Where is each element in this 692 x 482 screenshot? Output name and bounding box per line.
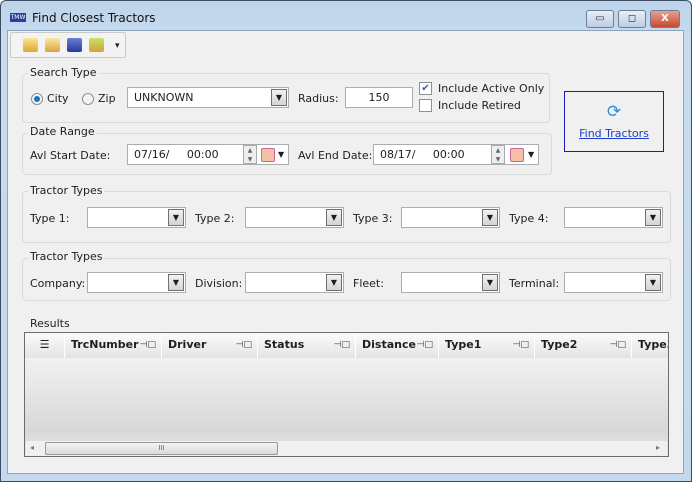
location-value: UNKNOWN [134, 91, 194, 104]
type1-combo[interactable]: ▼ [87, 207, 186, 228]
include-retired-checkbox[interactable] [419, 99, 432, 112]
start-date-spinner[interactable]: ▲ ▼ [243, 145, 257, 164]
scroll-thumb[interactable]: III [45, 442, 278, 455]
column-label: Type2 [541, 338, 578, 351]
find-tractors-label: Find Tractors [579, 127, 649, 140]
column-header-type3[interactable]: Type3 [632, 334, 668, 358]
toolbar: ▾ [10, 32, 126, 58]
type2-label: Type 2: [195, 212, 235, 225]
end-date-input[interactable]: 08/17/ 00:00 ▲ ▼ ▼ [373, 144, 539, 165]
calendar-icon[interactable] [261, 148, 275, 162]
chevron-down-icon[interactable]: ▼ [482, 274, 498, 291]
open-folder-icon[interactable] [45, 38, 60, 52]
find-tractors-button[interactable]: ⟳ Find Tractors [564, 91, 664, 152]
app-icon: TMW [10, 13, 26, 22]
maximize-button[interactable]: ◻ [618, 10, 646, 28]
include-retired-label: Include Retired [438, 99, 521, 112]
division-label: Division: [195, 277, 243, 290]
include-active-label: Include Active Only [438, 82, 545, 95]
terminal-label: Terminal: [509, 277, 560, 290]
minimize-button[interactable]: ▭ [586, 10, 614, 28]
calendar-icon[interactable] [510, 148, 524, 162]
chevron-down-icon[interactable]: ▼ [645, 209, 661, 226]
scroll-left-icon[interactable]: ◂ [30, 443, 34, 452]
type4-combo[interactable]: ▼ [564, 207, 663, 228]
type1-label: Type 1: [30, 212, 70, 225]
fleet-combo[interactable]: ▼ [401, 272, 500, 293]
end-date-value: 08/17/ 00:00 [380, 148, 465, 161]
close-button[interactable]: X [650, 10, 680, 28]
date-range-label: Date Range [28, 125, 97, 138]
start-date-value: 07/16/ 00:00 [134, 148, 219, 161]
chevron-down-icon[interactable]: ▼ [271, 89, 287, 106]
toolbar-overflow-icon[interactable]: ▾ [115, 41, 120, 51]
type3-combo[interactable]: ▼ [401, 207, 500, 228]
chevron-down-icon[interactable]: ▼ [326, 274, 342, 291]
location-combo[interactable]: UNKNOWN ▼ [127, 87, 289, 108]
column-label: Distance [362, 338, 416, 351]
type2-combo[interactable]: ▼ [245, 207, 344, 228]
chevron-down-icon[interactable]: ▼ [278, 145, 284, 164]
column-label: Type3 [638, 338, 668, 351]
search-type-label: Search Type [28, 66, 99, 79]
type3-label: Type 3: [353, 212, 393, 225]
horizontal-scrollbar[interactable]: ◂ III ▸ [26, 441, 667, 456]
pin-icon[interactable]: ⊣□ [140, 334, 156, 356]
column-label: TrcNumber [71, 338, 139, 351]
column-header-type1[interactable]: Type1 ⊣□ [439, 334, 535, 358]
chevron-down-icon[interactable]: ▼ [482, 209, 498, 226]
start-date-input[interactable]: 07/16/ 00:00 ▲ ▼ ▼ [127, 144, 289, 165]
radius-label: Radius: [298, 92, 339, 105]
save-icon[interactable] [67, 38, 82, 52]
results-label: Results [30, 317, 70, 330]
column-label: Type1 [445, 338, 482, 351]
column-label: Driver [168, 338, 207, 351]
column-label: Status [264, 338, 305, 351]
pin-icon[interactable]: ⊣□ [236, 334, 252, 356]
chevron-down-icon[interactable]: ▼ [528, 145, 534, 164]
zip-label: Zip [98, 92, 116, 105]
tractor-types-label: Tractor Types [28, 184, 105, 197]
window-title: Find Closest Tractors [32, 11, 156, 25]
company-label: Company: [30, 277, 86, 290]
refresh-icon: ⟳ [606, 102, 622, 122]
tractor-types-org-label: Tractor Types [28, 250, 105, 263]
chevron-down-icon[interactable]: ▼ [168, 274, 184, 291]
column-header-distance[interactable]: Distance ⊣□ [356, 334, 439, 358]
pin-icon[interactable]: ⊣□ [610, 334, 626, 356]
end-date-label: Avl End Date: [298, 149, 373, 162]
new-folder-icon[interactable] [23, 38, 38, 52]
chevron-down-icon[interactable]: ▼ [645, 274, 661, 291]
pin-icon[interactable]: ⊣□ [417, 334, 433, 356]
end-date-spinner[interactable]: ▲ ▼ [491, 145, 505, 164]
fleet-label: Fleet: [353, 277, 384, 290]
zip-radio[interactable] [82, 93, 94, 105]
column-header-trcnumber[interactable]: TrcNumber ⊣□ [65, 334, 162, 358]
pin-icon[interactable]: ⊣□ [334, 334, 350, 356]
include-active-checkbox[interactable]: ✔ [419, 82, 432, 95]
pin-icon[interactable]: ⊣□ [513, 334, 529, 356]
company-combo[interactable]: ▼ [87, 272, 186, 293]
column-chooser-icon[interactable]: ☰ [25, 334, 65, 358]
column-header-type2[interactable]: Type2 ⊣□ [535, 334, 632, 358]
city-label: City [47, 92, 69, 105]
division-combo[interactable]: ▼ [245, 272, 344, 293]
radius-input[interactable]: 150 [345, 87, 413, 108]
column-header-driver[interactable]: Driver ⊣□ [162, 334, 258, 358]
chevron-down-icon[interactable]: ▼ [326, 209, 342, 226]
chevron-down-icon[interactable]: ▼ [168, 209, 184, 226]
export-icon[interactable] [89, 38, 104, 52]
type4-label: Type 4: [509, 212, 549, 225]
results-grid[interactable]: ☰ TrcNumber ⊣□ Driver ⊣□ Status ⊣□ Distance… [24, 332, 669, 457]
city-radio[interactable] [31, 93, 43, 105]
terminal-combo[interactable]: ▼ [564, 272, 663, 293]
column-header-status[interactable]: Status ⊣□ [258, 334, 356, 358]
scroll-right-icon[interactable]: ▸ [656, 443, 660, 452]
start-date-label: Avl Start Date: [30, 149, 111, 162]
